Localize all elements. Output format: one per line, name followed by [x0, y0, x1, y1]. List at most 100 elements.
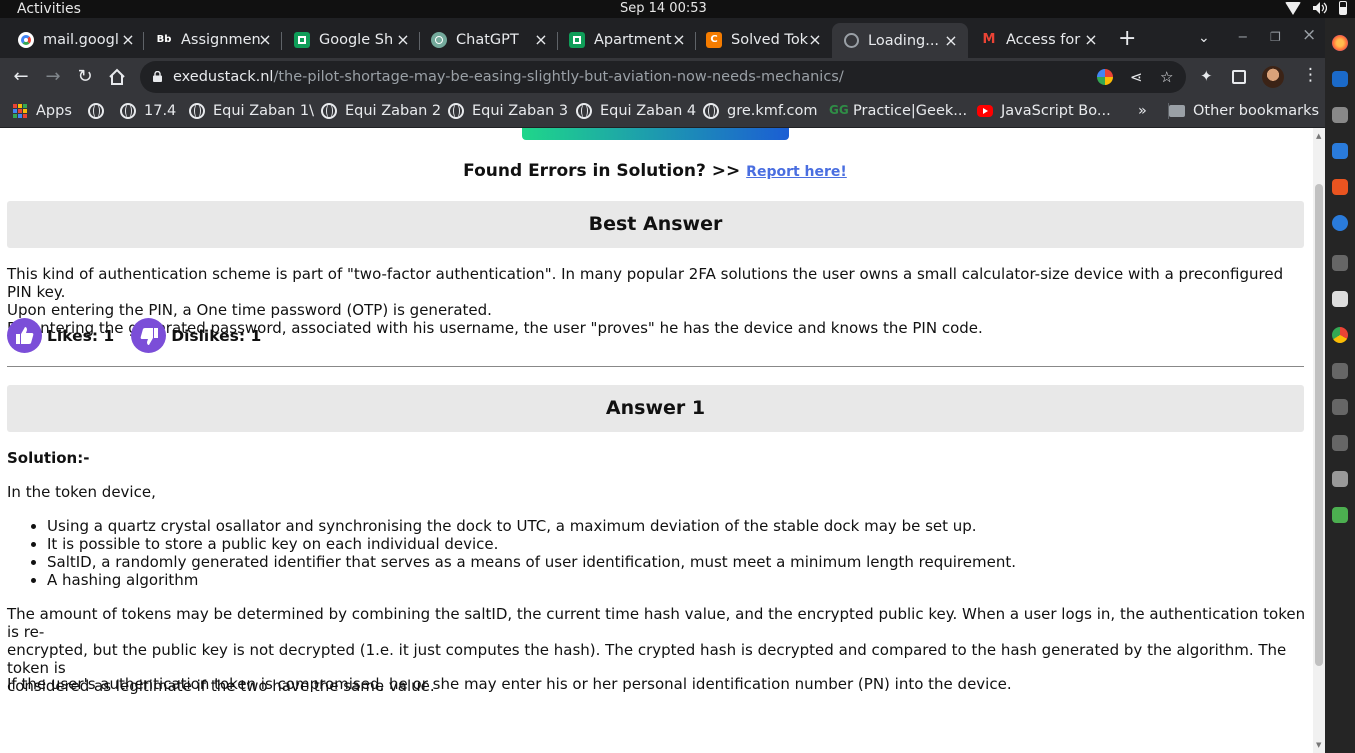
app-icon[interactable]: [1332, 399, 1348, 415]
bookmark-globe[interactable]: [88, 103, 112, 119]
bookmark-other[interactable]: Other bookmarks: [1168, 103, 1319, 119]
thunderbird-icon[interactable]: [1332, 71, 1348, 87]
bookmark-label: gre.kmf.com: [727, 103, 818, 119]
files-icon[interactable]: [1332, 107, 1348, 123]
report-errors-line: Found Errors in Solution? >> Report here…: [0, 161, 1310, 181]
tab-loading-active[interactable]: Loading... ×: [832, 23, 968, 58]
url-text[interactable]: exedustack.nl/the-pilot-shortage-may-be-…: [173, 69, 844, 85]
dislike-button[interactable]: [131, 318, 167, 353]
list-item: SaltID, a randomly generated identifier …: [47, 553, 1016, 571]
reload-icon[interactable]: ↻: [74, 66, 96, 87]
close-icon[interactable]: ×: [396, 30, 410, 49]
report-here-link[interactable]: Report here!: [746, 164, 847, 180]
home-icon[interactable]: [108, 68, 126, 86]
battery-icon[interactable]: [1339, 1, 1347, 15]
tab-strip: mail.googl × Bb Assignmen × Google Sh × …: [0, 18, 1325, 58]
paragraph-line: The amount of tokens may be determined b…: [7, 605, 1306, 641]
bookmark-label: Other bookmarks: [1193, 103, 1320, 119]
report-errors-text: Found Errors in Solution? >>: [463, 161, 747, 181]
globe-favicon-icon: [844, 33, 859, 48]
help-icon[interactable]: [1332, 215, 1348, 231]
bookmark-label: Apps: [36, 103, 72, 119]
list-item: It is possible to store a public key on …: [47, 535, 1016, 553]
bookmark-gre-kmf[interactable]: gre.kmf.com: [703, 103, 818, 119]
geeksforgeeks-icon: GG: [829, 103, 849, 117]
tab-title: mail.googl: [43, 31, 119, 48]
google-lens-icon[interactable]: [1097, 69, 1113, 85]
bookmark-17-4[interactable]: 17.4: [120, 103, 176, 119]
close-icon[interactable]: ×: [534, 30, 548, 49]
system-clock[interactable]: Sep 14 00:53: [620, 0, 707, 18]
restore-icon[interactable]: ❐: [1270, 30, 1281, 44]
paragraph-line: encrypted, but the public key is not dec…: [7, 641, 1287, 677]
firefox-icon[interactable]: [1332, 35, 1348, 51]
window-close-icon[interactable]: ×: [1302, 25, 1316, 45]
system-tray[interactable]: [1285, 1, 1347, 15]
minimize-icon[interactable]: ‒: [1238, 27, 1248, 45]
tab-gmail[interactable]: mail.googl ×: [18, 25, 135, 54]
writer-icon[interactable]: [1332, 143, 1348, 159]
tab-separator: [281, 32, 282, 50]
lock-icon[interactable]: [153, 71, 162, 82]
software-icon[interactable]: [1332, 179, 1348, 195]
bookmark-equi-zaban-2[interactable]: Equi Zaban 2: [321, 103, 441, 119]
chrome-icon[interactable]: [1332, 327, 1348, 343]
os-top-bar: Activities Sep 14 00:53: [0, 0, 1355, 18]
tab-google-sheets[interactable]: Google Sh ×: [294, 25, 410, 54]
wifi-icon[interactable]: [1285, 1, 1301, 15]
close-icon[interactable]: ×: [258, 30, 272, 49]
close-icon[interactable]: ×: [944, 31, 958, 50]
tab-access-for[interactable]: M Access for ×: [981, 25, 1098, 54]
scroll-up-icon[interactable]: ▲: [1316, 132, 1321, 140]
extensions-puzzle-icon[interactable]: ✦: [1200, 67, 1213, 85]
volume-icon[interactable]: [1313, 2, 1327, 14]
bullet-list: Using a quartz crystal osallator and syn…: [47, 517, 1016, 589]
bookmark-equi-zaban-1[interactable]: Equi Zaban 1\: [189, 103, 314, 119]
bookmark-javascript[interactable]: JavaScript Bo...: [977, 103, 1111, 119]
close-icon[interactable]: ×: [121, 30, 135, 49]
tab-chatgpt[interactable]: ChatGPT ×: [431, 25, 548, 54]
tab-apartment[interactable]: Apartment ×: [569, 25, 686, 54]
app-icon[interactable]: [1332, 471, 1348, 487]
close-icon[interactable]: ×: [672, 30, 686, 49]
app-icon[interactable]: [1332, 255, 1348, 271]
tab-separator: [143, 32, 144, 50]
more-menu-icon[interactable]: ⋮: [1302, 65, 1319, 85]
app-icon[interactable]: [1332, 363, 1348, 379]
close-icon[interactable]: ×: [1084, 30, 1098, 49]
scroll-down-icon[interactable]: ▼: [1316, 741, 1321, 749]
solution-label: Solution:-: [7, 449, 90, 467]
bookmark-equi-zaban-4[interactable]: Equi Zaban 4: [576, 103, 696, 119]
app-icon[interactable]: [1332, 291, 1348, 307]
like-button[interactable]: [7, 318, 42, 353]
tab-separator: [695, 32, 696, 50]
best-answer-line: Upon entering the PIN, a One time passwo…: [7, 301, 492, 319]
tab-solved-token[interactable]: C Solved Tok ×: [706, 25, 822, 54]
new-tab-button[interactable]: +: [1118, 26, 1136, 51]
side-panel-icon[interactable]: [1232, 70, 1246, 84]
profile-avatar[interactable]: [1262, 66, 1284, 88]
bookmark-equi-zaban-3[interactable]: Equi Zaban 3: [448, 103, 568, 119]
bookmark-star-icon[interactable]: ☆: [1160, 68, 1173, 86]
forward-arrow-icon[interactable]: →: [42, 66, 64, 87]
page-scrollbar[interactable]: ▲ ▼: [1313, 128, 1325, 753]
bookmarks-overflow-button[interactable]: »: [1138, 103, 1147, 119]
compromise-paragraph: If the user's authentication token is co…: [7, 675, 1012, 693]
tab-title: ChatGPT: [456, 31, 519, 48]
trash-icon[interactable]: [1332, 507, 1348, 523]
activities-button[interactable]: Activities: [17, 0, 81, 18]
close-icon[interactable]: ×: [808, 30, 822, 49]
app-icon[interactable]: [1332, 435, 1348, 451]
folder-icon: [1169, 105, 1185, 117]
address-bar[interactable]: exedustack.nl/the-pilot-shortage-may-be-…: [140, 61, 1186, 93]
tab-assignment[interactable]: Bb Assignmen ×: [156, 25, 272, 54]
bookmark-apps[interactable]: Apps: [13, 103, 72, 119]
globe-icon: [189, 103, 205, 119]
scrollbar-thumb[interactable]: [1315, 184, 1323, 666]
bookmark-label: 17.4: [144, 103, 177, 119]
bookmark-geeksforgeeks[interactable]: GG Practice|Geek...: [829, 103, 967, 119]
tab-search-chevron-icon[interactable]: ⌄: [1198, 30, 1210, 46]
share-icon[interactable]: ⋖: [1130, 68, 1143, 86]
blackboard-favicon-icon: Bb: [156, 31, 172, 48]
back-arrow-icon[interactable]: ←: [10, 66, 32, 87]
